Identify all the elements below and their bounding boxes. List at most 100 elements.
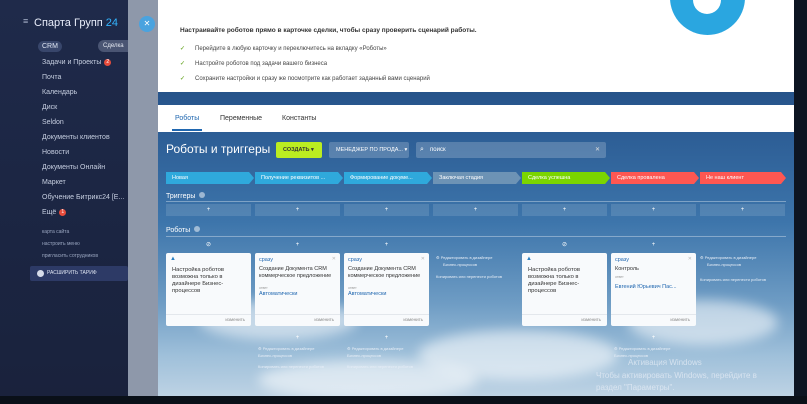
configure-menu-link[interactable]: настроить меню bbox=[42, 241, 128, 247]
edit-robot-link[interactable]: изменить bbox=[403, 317, 423, 322]
robot-responsible[interactable]: Автоматически bbox=[348, 291, 386, 297]
background-deal-tab[interactable]: Сделка bbox=[98, 40, 128, 52]
edit-robot-link[interactable]: изменить bbox=[314, 317, 334, 322]
sidebar-item-client-docs[interactable]: Документы клиентов bbox=[42, 130, 128, 145]
sidebar-item-market[interactable]: Маркет bbox=[42, 175, 128, 190]
clear-search-icon[interactable]: ✕ bbox=[595, 142, 600, 158]
stage-final[interactable]: Заключая стадия bbox=[433, 172, 521, 184]
robot-card[interactable]: сразу ✕ Контроль ответ Евгений Юрьевич П… bbox=[611, 253, 696, 326]
card-divider bbox=[255, 314, 340, 315]
bp-note: Бизнес-процессов bbox=[443, 262, 477, 267]
sidebar-crm-badge[interactable]: CRM bbox=[38, 41, 62, 52]
stage-new[interactable]: Новая bbox=[166, 172, 254, 184]
stage-requisites[interactable]: Получение реквизитов ... bbox=[255, 172, 343, 184]
edit-in-designer-link[interactable]: ⚙ Редактировать в дизайнере bbox=[614, 346, 670, 352]
add-trigger-button[interactable]: + bbox=[522, 204, 607, 216]
sidebar-item-more[interactable]: Ещё 1 bbox=[42, 205, 128, 220]
sidebar-item-mail[interactable]: Почта bbox=[42, 70, 128, 85]
sidebar-item-label: Обучение Битрикс24 [Е... bbox=[42, 194, 125, 201]
sidebar-item-news[interactable]: Новости bbox=[42, 145, 128, 160]
warning-icon: ▲ bbox=[526, 256, 532, 262]
search-placeholder: поиск bbox=[430, 147, 446, 153]
tab-robots[interactable]: Роботы bbox=[175, 115, 199, 122]
tab-variables[interactable]: Переменные bbox=[220, 115, 262, 122]
invite-users-link[interactable]: пригласить сотрудников bbox=[42, 253, 128, 259]
add-robot-button[interactable]: + bbox=[611, 333, 696, 343]
add-robot-button[interactable]: + bbox=[255, 240, 340, 250]
copy-robots-link[interactable]: Копировать или перенести роботов bbox=[700, 277, 766, 283]
robot-card[interactable]: сразу ✕ Создание Документа CRM коммерчес… bbox=[344, 253, 429, 326]
sidebar-item-label: Маркет bbox=[42, 179, 66, 186]
robot-card[interactable]: ▲ Настройка роботов возможна только в ди… bbox=[522, 253, 607, 326]
copy-robots-link[interactable]: Копировать или перенести роботов bbox=[347, 364, 413, 370]
robot-card[interactable]: ▲ Настройка роботов возможна только в ди… bbox=[166, 253, 251, 326]
add-trigger-button[interactable]: + bbox=[700, 204, 785, 216]
menu-icon[interactable]: ≡ bbox=[23, 17, 31, 26]
left-sidebar: ≡ Спарта Групп 24 CRM Задачи и Проекты 2 П… bbox=[0, 0, 128, 404]
add-robot-button[interactable]: + bbox=[611, 240, 696, 250]
close-slider-icon[interactable]: ✕ bbox=[139, 16, 155, 32]
copy-robots-link[interactable]: Копировать или перенести роботов bbox=[436, 274, 502, 280]
sidebar-item-training[interactable]: Обучение Битрикс24 [Е... bbox=[42, 190, 128, 205]
triggers-section-title: Триггеры bbox=[166, 192, 206, 200]
sidebar-item-label: Календарь bbox=[42, 89, 78, 96]
edit-robot-link[interactable]: изменить bbox=[581, 317, 601, 322]
delete-robot-icon[interactable]: ✕ bbox=[421, 256, 425, 262]
sitemap-link[interactable]: карта сайта bbox=[42, 229, 128, 235]
robot-timing[interactable]: сразу bbox=[615, 257, 629, 263]
add-robot-button[interactable]: + bbox=[255, 333, 340, 343]
tab-constants[interactable]: Константы bbox=[282, 115, 316, 122]
portal-title[interactable]: Спарта Групп 24 bbox=[34, 17, 118, 29]
warning-icon: ▲ bbox=[170, 256, 176, 262]
add-robot-button[interactable]: + bbox=[344, 333, 429, 343]
stage-document[interactable]: Формирование докуме... bbox=[344, 172, 432, 184]
create-button[interactable]: СОЗДАТЬ ▾ bbox=[276, 142, 322, 158]
expand-tariff-button[interactable]: РАСШИРИТЬ ТАРИФ bbox=[30, 266, 128, 281]
sidebar-item-docs-online[interactable]: Документы Онлайн bbox=[42, 160, 128, 175]
edit-in-designer-link[interactable]: ⚙ Редактировать в дизайнере bbox=[347, 346, 403, 352]
add-robot-button[interactable]: ⊘ bbox=[166, 240, 251, 250]
background-crm-page bbox=[128, 0, 158, 404]
intro-heading: Настраивайте роботов прямо в карточке сд… bbox=[180, 27, 477, 34]
add-robot-button[interactable]: + bbox=[344, 240, 429, 250]
sidebar-item-label: Seldon bbox=[42, 119, 64, 126]
stage-success[interactable]: Сделка успешна bbox=[522, 172, 610, 184]
add-trigger-button[interactable]: + bbox=[611, 204, 696, 216]
add-trigger-button[interactable]: + bbox=[433, 204, 518, 216]
robot-responsible[interactable]: Евгений Юрьевич Пас... bbox=[615, 284, 677, 290]
add-trigger-button[interactable]: + bbox=[166, 204, 251, 216]
check-icon: ✓ bbox=[180, 46, 186, 52]
add-robot-button[interactable]: ⊘ bbox=[522, 240, 607, 250]
search-input[interactable]: ⌕ поиск ✕ bbox=[416, 142, 606, 158]
manager-select[interactable]: МЕНЕДЖЕР ПО ПРОДА... ▾ bbox=[329, 142, 409, 158]
intro-point-text: Сохраните настройки и сразу же посмотрит… bbox=[195, 76, 430, 82]
sidebar-item-label: Задачи и Проекты bbox=[42, 59, 102, 66]
stage-failed[interactable]: Сделка провалена bbox=[611, 172, 699, 184]
help-icon[interactable] bbox=[194, 226, 201, 232]
sidebar-item-tasks[interactable]: Задачи и Проекты 2 bbox=[42, 55, 128, 70]
note-text: Редактировать в дизайнере bbox=[440, 255, 493, 260]
add-trigger-button[interactable]: + bbox=[255, 204, 340, 216]
delete-robot-icon[interactable]: ✕ bbox=[688, 256, 692, 262]
scrollbar-area bbox=[794, 0, 807, 404]
help-icon[interactable] bbox=[199, 192, 206, 198]
windows-activation-watermark: раздел "Параметры". bbox=[596, 383, 675, 392]
sidebar-item-disk[interactable]: Диск bbox=[42, 100, 128, 115]
edit-in-designer-link[interactable]: ⚙ Редактировать в дизайнере bbox=[258, 346, 314, 352]
stage-not-our-client[interactable]: Не наш клиент bbox=[700, 172, 786, 184]
robot-timing[interactable]: сразу bbox=[348, 257, 362, 263]
edit-robot-link[interactable]: изменить bbox=[670, 317, 690, 322]
add-trigger-button[interactable]: + bbox=[344, 204, 429, 216]
copy-robots-link[interactable]: Копировать или перенести роботов bbox=[258, 364, 324, 370]
edit-in-designer-link[interactable]: ⚙ Редактировать в дизайнере bbox=[700, 255, 756, 261]
delete-robot-icon[interactable]: ✕ bbox=[332, 256, 336, 262]
robot-responsible[interactable]: Автоматически bbox=[259, 291, 297, 297]
robot-timing[interactable]: сразу bbox=[259, 257, 273, 263]
sidebar-item-calendar[interactable]: Календарь bbox=[42, 85, 128, 100]
sidebar-item-label: Документы клиентов bbox=[42, 134, 110, 141]
sidebar-menu: Задачи и Проекты 2 Почта Календарь Диск S… bbox=[42, 55, 128, 220]
sidebar-item-seldon[interactable]: Seldon bbox=[42, 115, 128, 130]
robot-card[interactable]: сразу ✕ Создание Документа CRM коммерчес… bbox=[255, 253, 340, 326]
edit-robot-link[interactable]: изменить bbox=[225, 317, 245, 322]
edit-in-designer-link[interactable]: ⚙ Редактировать в дизайнере bbox=[436, 255, 492, 261]
